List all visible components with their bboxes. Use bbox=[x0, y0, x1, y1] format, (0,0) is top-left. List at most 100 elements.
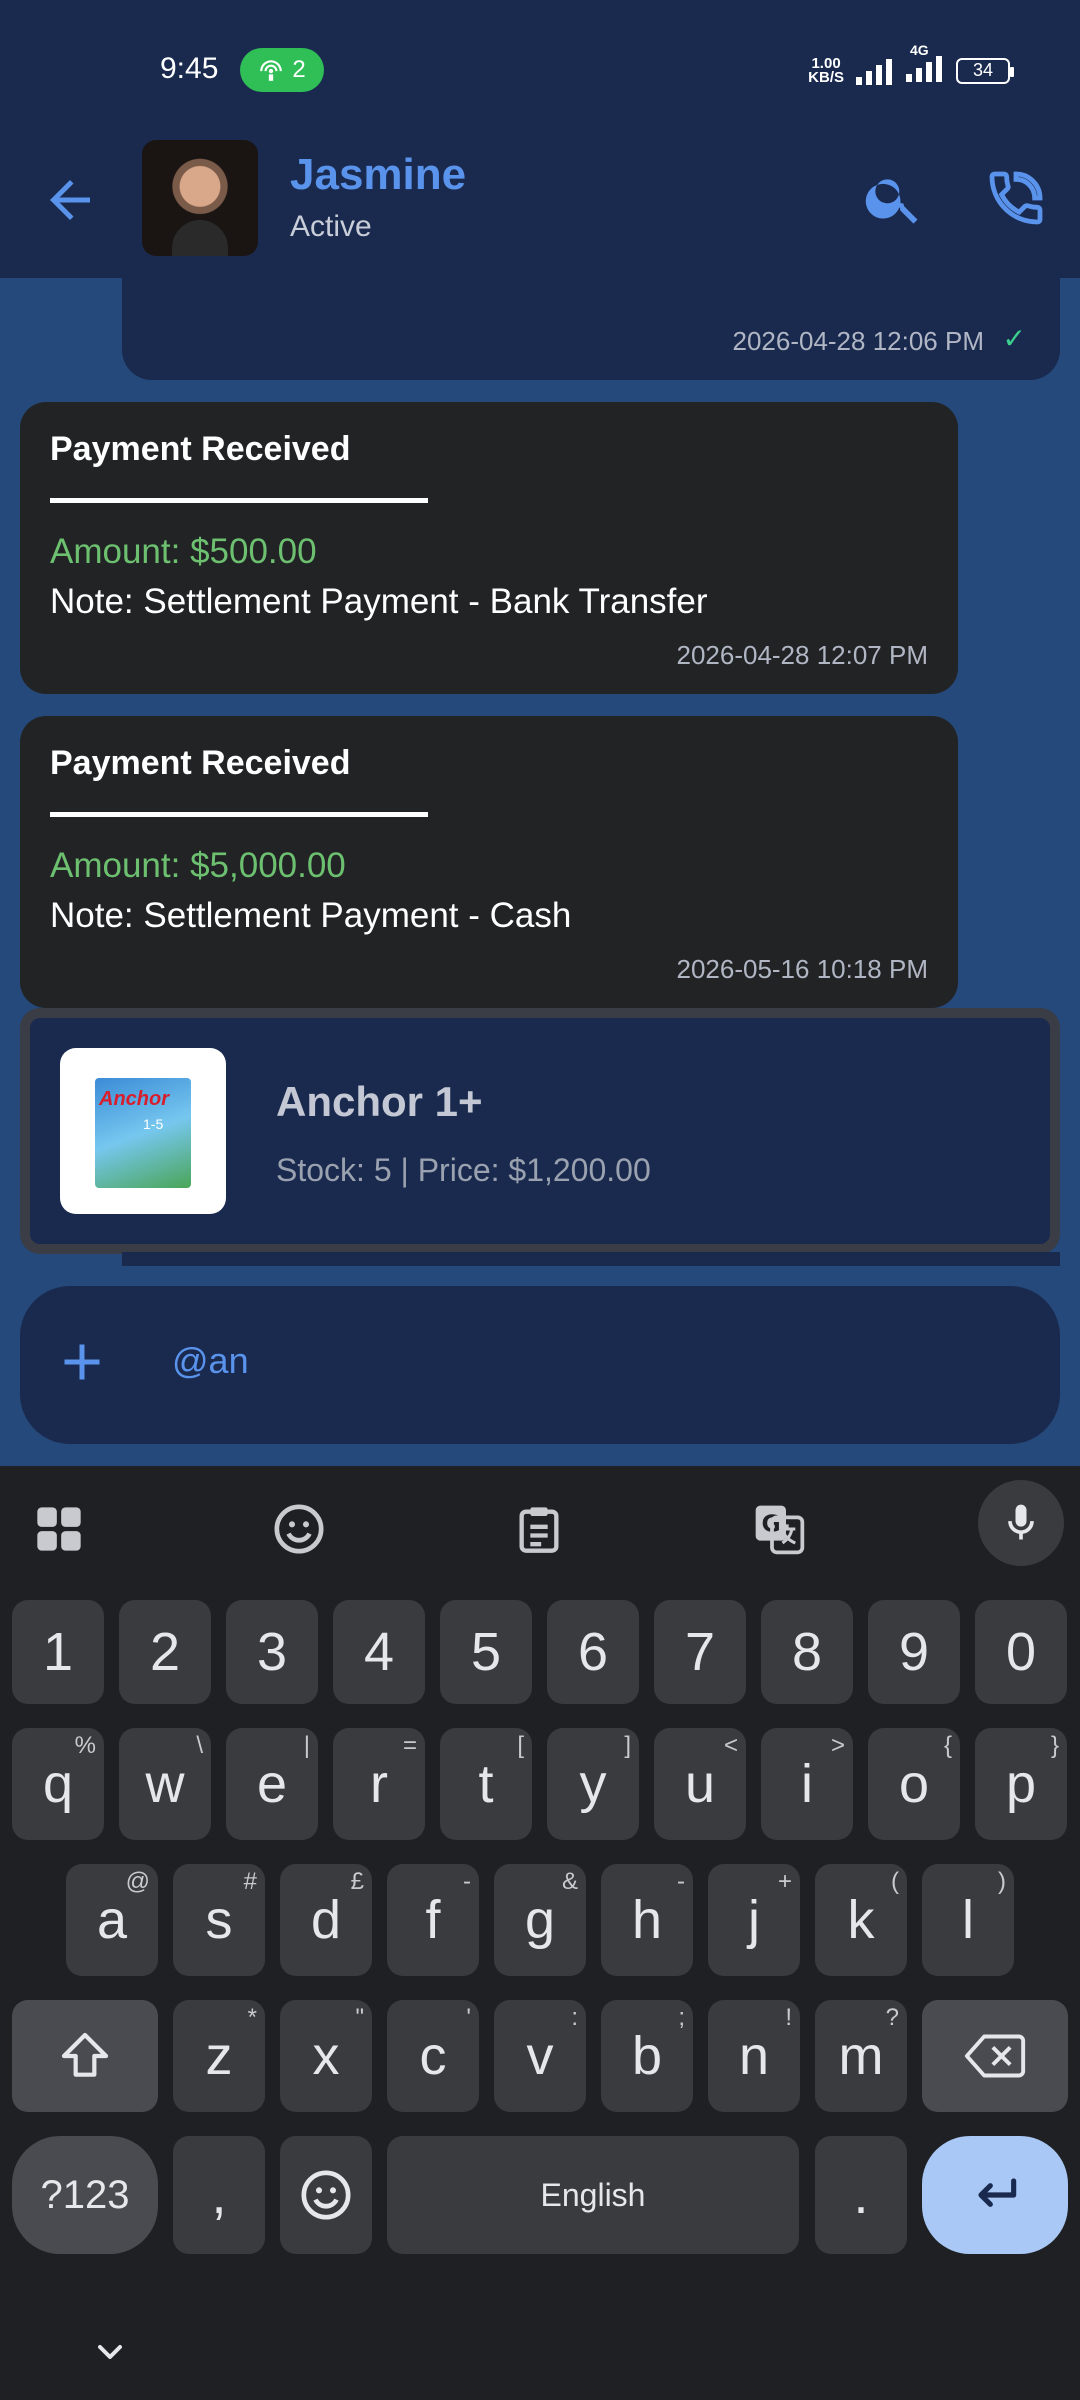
key-label: x bbox=[312, 2026, 340, 2086]
period-key[interactable]: . bbox=[815, 2136, 907, 2254]
apps-grid-icon[interactable] bbox=[24, 1494, 94, 1564]
message-input[interactable]: @an bbox=[172, 1340, 249, 1382]
network-type: 4G bbox=[910, 42, 929, 58]
key-c[interactable]: c ' bbox=[387, 2000, 479, 2112]
symbols-key[interactable]: ?123 bbox=[12, 2136, 158, 2254]
enter-icon bbox=[978, 2178, 1017, 2207]
key-x[interactable]: x " bbox=[280, 2000, 372, 2112]
key-hint: ; bbox=[678, 2004, 685, 2031]
key-5[interactable]: 5 bbox=[440, 1600, 532, 1704]
key-j[interactable]: j + bbox=[708, 1864, 800, 1976]
payment-timestamp: 2026-04-28 12:07 PM bbox=[676, 640, 928, 670]
net-speed-unit: KB/S bbox=[808, 68, 844, 86]
key-2[interactable]: 2 bbox=[119, 1600, 211, 1704]
key-9[interactable]: 9 bbox=[868, 1600, 960, 1704]
emoji-icon bbox=[301, 2170, 351, 2220]
payment-card[interactable]: Payment Received Amount: $500.00 Note: S… bbox=[20, 402, 958, 694]
key-label: e bbox=[256, 1754, 288, 1814]
key-b[interactable]: b; bbox=[601, 2000, 693, 2112]
key-hint: - bbox=[463, 1868, 471, 1895]
key-label: y bbox=[579, 1754, 607, 1814]
mic-icon[interactable] bbox=[978, 1480, 1064, 1566]
key-h[interactable]: h- bbox=[601, 1864, 693, 1976]
key-6[interactable]: 6 bbox=[547, 1600, 639, 1704]
emoji-icon[interactable] bbox=[264, 1494, 334, 1564]
key-e[interactable]: e | bbox=[226, 1728, 318, 1840]
key-r[interactable]: r = bbox=[333, 1728, 425, 1840]
key-hint: & bbox=[561, 1868, 578, 1895]
key-d[interactable]: d £ bbox=[280, 1864, 372, 1976]
search-icon[interactable] bbox=[862, 166, 926, 230]
outgoing-message-bubble[interactable]: 2026-04-28 12:06 PM ✓ bbox=[122, 262, 1060, 380]
contact-status: Active bbox=[290, 210, 372, 243]
phone-icon[interactable] bbox=[984, 166, 1048, 230]
message-composer[interactable]: @an bbox=[20, 1286, 1060, 1444]
key-hint: ) bbox=[998, 1868, 1006, 1895]
shift-key[interactable] bbox=[12, 2000, 158, 2112]
translate-icon[interactable]: G bbox=[744, 1494, 814, 1564]
key-v[interactable]: v: bbox=[494, 2000, 586, 2112]
key-hint: + bbox=[777, 1868, 792, 1895]
key-hint: [ bbox=[517, 1732, 524, 1759]
key-q[interactable]: q% bbox=[12, 1728, 104, 1840]
key-t[interactable]: t[ bbox=[440, 1728, 532, 1840]
key-7[interactable]: 7 bbox=[654, 1600, 746, 1704]
product-image: Anchor 1-5 bbox=[60, 1048, 226, 1214]
enter-key[interactable] bbox=[922, 2136, 1068, 2254]
key-y[interactable]: y] bbox=[547, 1728, 639, 1840]
key-l[interactable]: l) bbox=[922, 1864, 1014, 1976]
key-hint: \ bbox=[196, 1732, 203, 1759]
key-hint: = bbox=[402, 1732, 417, 1759]
key-s[interactable]: s # bbox=[173, 1864, 265, 1976]
product-suggestion[interactable]: Anchor 1-5 Anchor 1+ Stock: 5 | Price: $… bbox=[20, 1008, 1060, 1254]
key-label: h bbox=[631, 1890, 663, 1950]
key-a[interactable]: a @ bbox=[66, 1864, 158, 1976]
key-g[interactable]: g & bbox=[494, 1864, 586, 1976]
key-o[interactable]: o{ bbox=[868, 1728, 960, 1840]
emoji-key[interactable] bbox=[280, 2136, 372, 2254]
chevron-down-icon[interactable] bbox=[90, 2332, 130, 2372]
key-1[interactable]: 1 bbox=[12, 1600, 104, 1704]
key-i[interactable]: i > bbox=[761, 1728, 853, 1840]
status-right: 1.00 KB/S 4G 34 bbox=[808, 42, 1014, 87]
key-z[interactable]: z * bbox=[173, 2000, 265, 2112]
key-label: z bbox=[205, 2026, 233, 2086]
avatar[interactable] bbox=[142, 140, 258, 256]
key-label: f bbox=[425, 1890, 441, 1950]
key-label: g bbox=[524, 1890, 556, 1950]
space-key[interactable]: English bbox=[387, 2136, 799, 2254]
comma-key[interactable]: , bbox=[173, 2136, 265, 2254]
key-u[interactable]: u < bbox=[654, 1728, 746, 1840]
key-hint: ] bbox=[624, 1732, 631, 1759]
key-label: t bbox=[478, 1754, 494, 1814]
key-3[interactable]: 3 bbox=[226, 1600, 318, 1704]
payment-note: Note: Settlement Payment - Cash bbox=[50, 896, 572, 935]
status-time: 9:45 bbox=[160, 52, 219, 85]
key-0[interactable]: 0 bbox=[975, 1600, 1067, 1704]
key-hint: } bbox=[1050, 1732, 1059, 1759]
signal-4g-icon bbox=[906, 56, 942, 82]
key-k[interactable]: k( bbox=[815, 1864, 907, 1976]
key-label: j bbox=[748, 1890, 760, 1950]
key-label: a bbox=[96, 1890, 128, 1950]
key-8[interactable]: 8 bbox=[761, 1600, 853, 1704]
key-label: m bbox=[838, 2026, 884, 2086]
key-f[interactable]: f- bbox=[387, 1864, 479, 1976]
backspace-key[interactable] bbox=[922, 2000, 1068, 2112]
back-arrow-icon[interactable] bbox=[40, 170, 100, 230]
key-4[interactable]: 4 bbox=[333, 1600, 425, 1704]
key-w[interactable]: w \ bbox=[119, 1728, 211, 1840]
key-hint: { bbox=[943, 1732, 952, 1759]
key-label: s bbox=[205, 1890, 233, 1950]
key-hint: : bbox=[571, 2004, 578, 2031]
backspace-icon bbox=[964, 2034, 1026, 2078]
key-label: r bbox=[370, 1754, 388, 1814]
clipboard-icon[interactable] bbox=[504, 1494, 574, 1564]
payment-card[interactable]: Payment Received Amount: $5,000.00 Note:… bbox=[20, 716, 958, 1008]
key-n[interactable]: n! bbox=[708, 2000, 800, 2112]
key-p[interactable]: p} bbox=[975, 1728, 1067, 1840]
signal-4g: 4G bbox=[906, 42, 944, 87]
key-m[interactable]: m? bbox=[815, 2000, 907, 2112]
key-hint: ! bbox=[785, 2004, 792, 2031]
plus-icon[interactable] bbox=[52, 1332, 112, 1392]
